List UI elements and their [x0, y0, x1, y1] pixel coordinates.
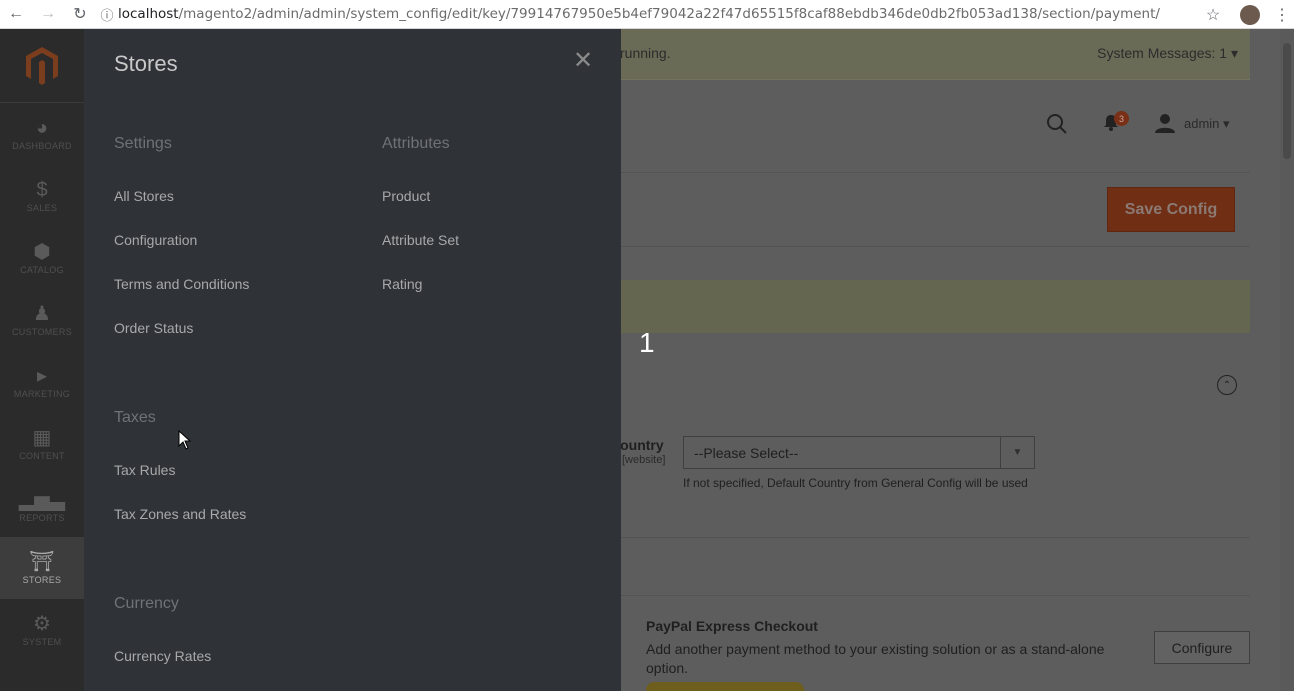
magento-logo[interactable] — [0, 29, 84, 103]
collapse-section-icon[interactable]: ⌃ — [1217, 375, 1237, 395]
country-field-scope: [website] — [622, 454, 666, 466]
megaphone-icon: ▸ — [36, 365, 48, 387]
search-icon[interactable] — [1046, 113, 1068, 135]
dollar-icon: $ — [36, 179, 48, 201]
nav-marketing[interactable]: ▸ MARKETING — [0, 351, 84, 413]
speedometer-icon: ◕ — [35, 117, 49, 139]
nav-label: SYSTEM — [22, 637, 62, 647]
notification-count-badge: 3 — [1114, 111, 1129, 126]
configure-button[interactable]: Configure — [1154, 631, 1250, 664]
page-scrollbar[interactable] — [1280, 29, 1294, 691]
user-menu[interactable]: admin ▾ — [1184, 116, 1230, 132]
nav-sales[interactable]: $ SALES — [0, 165, 84, 227]
system-messages-toggle[interactable]: System Messages: 1 ▾ — [1097, 45, 1238, 62]
nav-label: CONTENT — [19, 451, 65, 461]
menu-item-tax-zones-and-rates[interactable]: Tax Zones and Rates — [114, 506, 246, 522]
paypal-section-description: Add another payment method to your exist… — [646, 641, 1105, 676]
reload-icon[interactable]: ↻ — [64, 0, 96, 29]
group-title-currency: Currency — [114, 595, 179, 612]
menu-item-terms-and-conditions[interactable]: Terms and Conditions — [114, 276, 249, 292]
paypal-logo — [646, 682, 804, 691]
back-icon[interactable]: ← — [0, 0, 32, 29]
group-title-settings: Settings — [114, 135, 172, 152]
system-messages-bar: running. System Messages: 1 ▾ — [620, 29, 1250, 80]
system-messages-count: System Messages: 1 — [1097, 45, 1228, 61]
close-icon[interactable]: ✕ — [571, 49, 595, 73]
user-icon[interactable] — [1155, 113, 1175, 133]
nav-stores[interactable]: ⛩ STORES — [0, 537, 84, 599]
browser-toolbar: ← → ↻ ⓘ localhost/magento2/admin/admin/s… — [0, 0, 1294, 29]
save-config-button[interactable]: Save Config — [1107, 187, 1235, 232]
nav-customers[interactable]: ♟ CUSTOMERS — [0, 289, 84, 351]
menu-item-all-stores[interactable]: All Stores — [114, 188, 174, 204]
nav-label: CATALOG — [20, 265, 64, 275]
profile-avatar[interactable] — [1240, 4, 1260, 25]
url-path: /magento2/admin/admin/system_config/edit… — [178, 6, 1160, 22]
bar-chart-icon: ▂▅▃ — [18, 489, 66, 511]
gear-icon: ⚙ — [33, 613, 51, 635]
menu-item-currency-rates[interactable]: Currency Rates — [114, 648, 211, 664]
panel-title: Stores — [114, 51, 178, 76]
nav-dashboard[interactable]: ◕ DASHBOARD — [0, 103, 84, 165]
user-name: admin — [1184, 116, 1220, 131]
menu-item-rating[interactable]: Rating — [382, 276, 422, 292]
step-number-label: 1 — [639, 327, 655, 358]
magento-logo-icon — [26, 46, 58, 85]
mouse-cursor-icon — [178, 430, 192, 450]
group-title-attributes: Attributes — [382, 135, 450, 152]
section-divider — [620, 537, 1250, 538]
nav-reports[interactable]: ▂▅▃ REPORTS — [0, 475, 84, 537]
menu-item-order-status[interactable]: Order Status — [114, 320, 193, 336]
forward-icon[interactable]: → — [32, 0, 64, 29]
header-tools: 3 admin ▾ — [620, 103, 1250, 147]
paypal-section-title: PayPal Express Checkout — [646, 618, 818, 634]
cube-icon: ⬢ — [33, 241, 51, 263]
chevron-down-icon: ▼ — [1000, 437, 1034, 468]
person-icon: ♟ — [33, 303, 51, 325]
menu-item-configuration[interactable]: Configuration — [114, 232, 197, 248]
address-bar[interactable]: localhost/magento2/admin/admin/system_co… — [118, 6, 1168, 22]
page-actions-bar: Save Config — [620, 172, 1250, 247]
nav-label: REPORTS — [19, 513, 65, 523]
storefront-icon: ⛩ — [29, 551, 55, 573]
bookmark-star-icon[interactable]: ☆ — [1196, 5, 1230, 25]
stores-menu-panel: Stores ✕ Settings All Stores Configurati… — [84, 29, 621, 691]
scrollbar-thumb[interactable] — [1283, 43, 1291, 159]
section-divider — [620, 595, 1250, 596]
menu-item-attribute-set[interactable]: Attribute Set — [382, 232, 459, 248]
browser-menu-icon[interactable]: ⋮ — [1270, 5, 1294, 25]
config-page-overlay: running. System Messages: 1 ▾ 3 admin ▾ … — [610, 29, 1294, 691]
nav-label: SALES — [26, 203, 58, 213]
nav-label: DASHBOARD — [12, 141, 72, 151]
system-message-text: running. — [620, 45, 671, 61]
country-field-note: If not specified, Default Country from G… — [683, 476, 1028, 490]
nav-content[interactable]: ▦ CONTENT — [0, 413, 84, 475]
select-value: --Please Select-- — [694, 444, 799, 461]
url-host: localhost — [118, 6, 179, 22]
info-notice-bar — [620, 280, 1250, 333]
group-title-taxes: Taxes — [114, 409, 156, 426]
nav-catalog[interactable]: ⬢ CATALOG — [0, 227, 84, 289]
menu-item-product[interactable]: Product — [382, 188, 430, 204]
nav-label: MARKETING — [13, 389, 71, 399]
merchant-country-select[interactable]: --Please Select-- ▼ — [683, 436, 1035, 469]
menu-item-tax-rules[interactable]: Tax Rules — [114, 462, 175, 478]
nav-label: CUSTOMERS — [11, 327, 73, 337]
site-info-icon[interactable]: ⓘ — [96, 5, 118, 24]
admin-sidebar: ◕ DASHBOARD $ SALES ⬢ CATALOG ♟ CUSTOMERS ▸ M… — [0, 29, 84, 691]
layout-icon: ▦ — [32, 427, 52, 449]
nav-system[interactable]: ⚙ SYSTEM — [0, 599, 84, 661]
nav-label: STORES — [22, 575, 62, 585]
